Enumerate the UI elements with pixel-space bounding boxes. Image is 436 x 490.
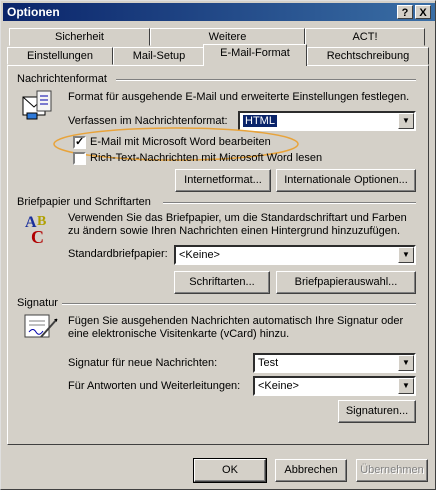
help-button[interactable]: ? xyxy=(397,5,413,19)
internetformat-button[interactable]: Internetformat... xyxy=(175,169,271,192)
tab-rechtschreibung[interactable]: Rechtschreibung xyxy=(307,47,429,65)
apply-button[interactable]: Übernehmen xyxy=(356,459,428,482)
new-signature-value: Test xyxy=(258,357,279,369)
briefpapier-desc-2: zu ändern sowie Ihren Nachrichten einen … xyxy=(68,225,401,237)
signatur-desc-1: Fügen Sie ausgehenden Nachrichten automa… xyxy=(68,315,404,327)
ok-button[interactable]: OK xyxy=(193,458,267,483)
signature-icon xyxy=(24,314,58,338)
active-tab-join xyxy=(204,64,306,67)
chevron-down-icon[interactable]: ▼ xyxy=(398,113,414,129)
standardbriefpapier-label: Standardbriefpapier: xyxy=(68,248,168,260)
tab-einstellungen[interactable]: Einstellungen xyxy=(7,47,113,65)
internationale-optionen-button[interactable]: Internationale Optionen... xyxy=(276,169,416,192)
divider xyxy=(116,79,416,81)
rtf-read-checkbox[interactable] xyxy=(73,152,86,165)
cancel-button[interactable]: Abbrechen xyxy=(275,459,347,482)
tab-act[interactable]: ACT! xyxy=(305,28,425,46)
briefpapierauswahl-button[interactable]: Briefpapierauswahl... xyxy=(276,271,416,294)
reply-signature-label: Für Antworten und Weiterleitungen: xyxy=(68,380,241,392)
reply-signature-value: <Keine> xyxy=(258,380,299,392)
tab-e-mail-format[interactable]: E-Mail-Format xyxy=(203,44,307,66)
section-title-nachrichtenformat: Nachrichtenformat xyxy=(17,73,107,85)
briefpapier-desc-1: Verwenden Sie das Briefpapier, um die St… xyxy=(68,212,407,224)
title-bar[interactable]: Optionen ? X xyxy=(3,3,435,21)
chevron-down-icon[interactable]: ▼ xyxy=(398,355,414,371)
standardbriefpapier-select[interactable]: <Keine> ▼ xyxy=(174,245,416,265)
svg-text:C: C xyxy=(31,227,44,247)
nachrichtenformat-desc: Format für ausgehende E-Mail und erweite… xyxy=(68,91,410,103)
signaturen-button[interactable]: Signaturen... xyxy=(338,400,416,423)
window-title: Optionen xyxy=(7,5,60,19)
new-signature-label: Signatur für neue Nachrichten: xyxy=(68,357,218,369)
stationery-fonts-icon: A B C xyxy=(25,214,46,247)
word-edit-checkbox[interactable]: ✓ xyxy=(73,136,86,149)
new-signature-select[interactable]: Test ▼ xyxy=(253,353,416,373)
tab-mail-setup[interactable]: Mail-Setup xyxy=(113,47,205,65)
section-title-signatur: Signatur xyxy=(17,297,58,309)
message-format-icon xyxy=(22,90,52,120)
rtf-read-label[interactable]: Rich-Text-Nachrichten mit Microsoft Word… xyxy=(90,152,322,164)
signatur-desc-2: eine elektronische Visitenkarte (vCard) … xyxy=(68,328,290,340)
schriftarten-button[interactable]: Schriftarten... xyxy=(174,271,270,294)
divider xyxy=(62,303,416,305)
options-dialog: Optionen ? X Sicherheit Weitere ACT! Ein… xyxy=(0,0,436,490)
reply-signature-select[interactable]: <Keine> ▼ xyxy=(253,376,416,396)
section-title-briefpapier: Briefpapier und Schriftarten xyxy=(17,196,151,208)
tab-sicherheit[interactable]: Sicherheit xyxy=(9,28,150,46)
close-button[interactable]: X xyxy=(415,5,431,19)
word-edit-label[interactable]: E-Mail mit Microsoft Word bearbeiten xyxy=(90,136,271,148)
standardbriefpapier-value: <Keine> xyxy=(179,249,220,261)
chevron-down-icon[interactable]: ▼ xyxy=(398,247,414,263)
chevron-down-icon[interactable]: ▼ xyxy=(398,378,414,394)
divider xyxy=(163,202,416,204)
